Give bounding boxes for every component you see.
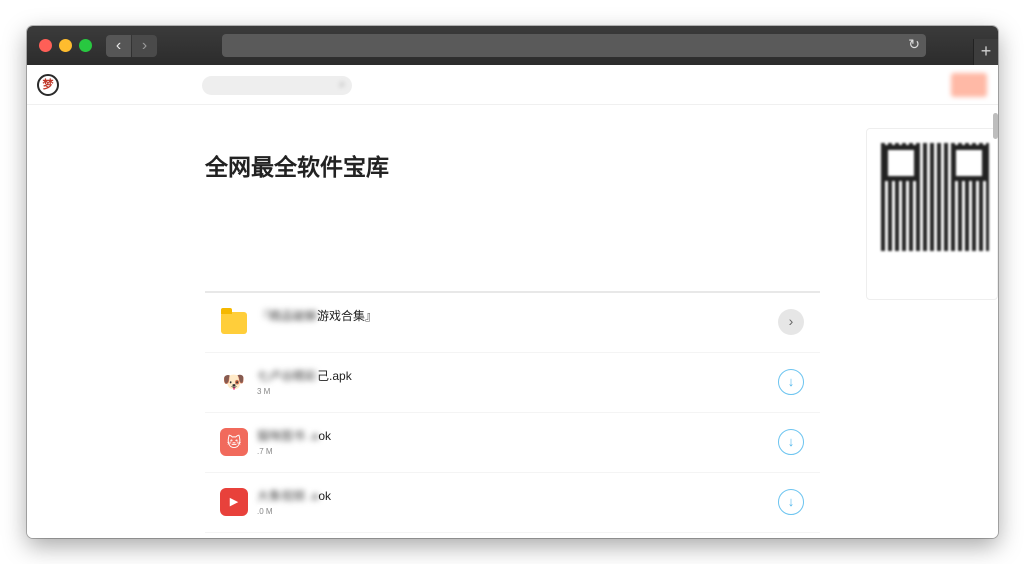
folder-icon <box>221 308 247 334</box>
item-title[interactable]: 猫咪图书 .aok <box>257 427 331 444</box>
page-title: 全网最全软件宝库 <box>205 154 389 180</box>
item-size: .7 M <box>257 447 273 456</box>
maximize-window-button[interactable] <box>79 39 92 52</box>
open-folder-button[interactable]: › <box>778 309 804 335</box>
list-item[interactable]: ▶ 大象视频 .aok .0 M ↓ <box>205 473 820 533</box>
search-input[interactable]: ⌕ <box>202 76 352 95</box>
reload-icon[interactable]: ↻ <box>908 36 920 53</box>
item-title[interactable]: 『精品破解游戏合集』 <box>257 307 377 324</box>
site-logo[interactable]: 梦 <box>37 74 59 96</box>
qr-code <box>881 143 989 251</box>
address-bar[interactable]: ↻ <box>222 34 926 57</box>
doge-app-icon: 🐶 <box>220 368 248 396</box>
close-window-button[interactable] <box>39 39 52 52</box>
list-item[interactable]: 🐱 猫咪图书 .aok .7 M ↓ <box>205 413 820 473</box>
item-title[interactable]: 七卢谷精彩己.apk <box>257 367 352 384</box>
site-header: 梦 ⌕ <box>27 65 998 105</box>
browser-titlebar: ‹ › ↻ + <box>27 26 998 65</box>
item-size: .0 M <box>257 507 273 516</box>
minimize-window-button[interactable] <box>59 39 72 52</box>
forward-button[interactable]: › <box>132 35 157 57</box>
item-size: 3 M <box>257 387 271 396</box>
item-title[interactable]: 大象视频 .aok <box>257 487 331 504</box>
list-item[interactable]: 『精品破解游戏合集』 › <box>205 293 820 353</box>
qr-code-card <box>866 128 998 300</box>
back-button[interactable]: ‹ <box>106 35 131 57</box>
page-scrollbar[interactable] <box>993 113 998 139</box>
download-icon[interactable]: ↓ <box>778 429 804 455</box>
list-item[interactable]: 🐶 七卢谷精彩己.apk 3 M ↓ <box>205 353 820 413</box>
video-app-icon: ▶ <box>220 488 248 516</box>
search-icon[interactable]: ⌕ <box>339 79 345 90</box>
login-button[interactable] <box>951 73 987 97</box>
file-list: 『精品破解游戏合集』 › 🐶 七卢谷精彩己.apk 3 M ↓ 🐱 猫咪图书 .… <box>205 291 820 533</box>
web-page: 梦 ⌕ 全网最全软件宝库 『精品破解游戏合集』 › 🐶 七卢谷精彩己.apk 3… <box>27 65 998 538</box>
download-icon[interactable]: ↓ <box>778 489 804 515</box>
download-icon[interactable]: ↓ <box>778 369 804 395</box>
cat-app-icon: 🐱 <box>220 428 248 456</box>
browser-window: ‹ › ↻ + 梦 ⌕ 全网最全软件宝库 『精品破解游戏合集』 › 🐶 七卢谷精… <box>27 26 998 538</box>
new-tab-button[interactable]: + <box>973 39 998 65</box>
